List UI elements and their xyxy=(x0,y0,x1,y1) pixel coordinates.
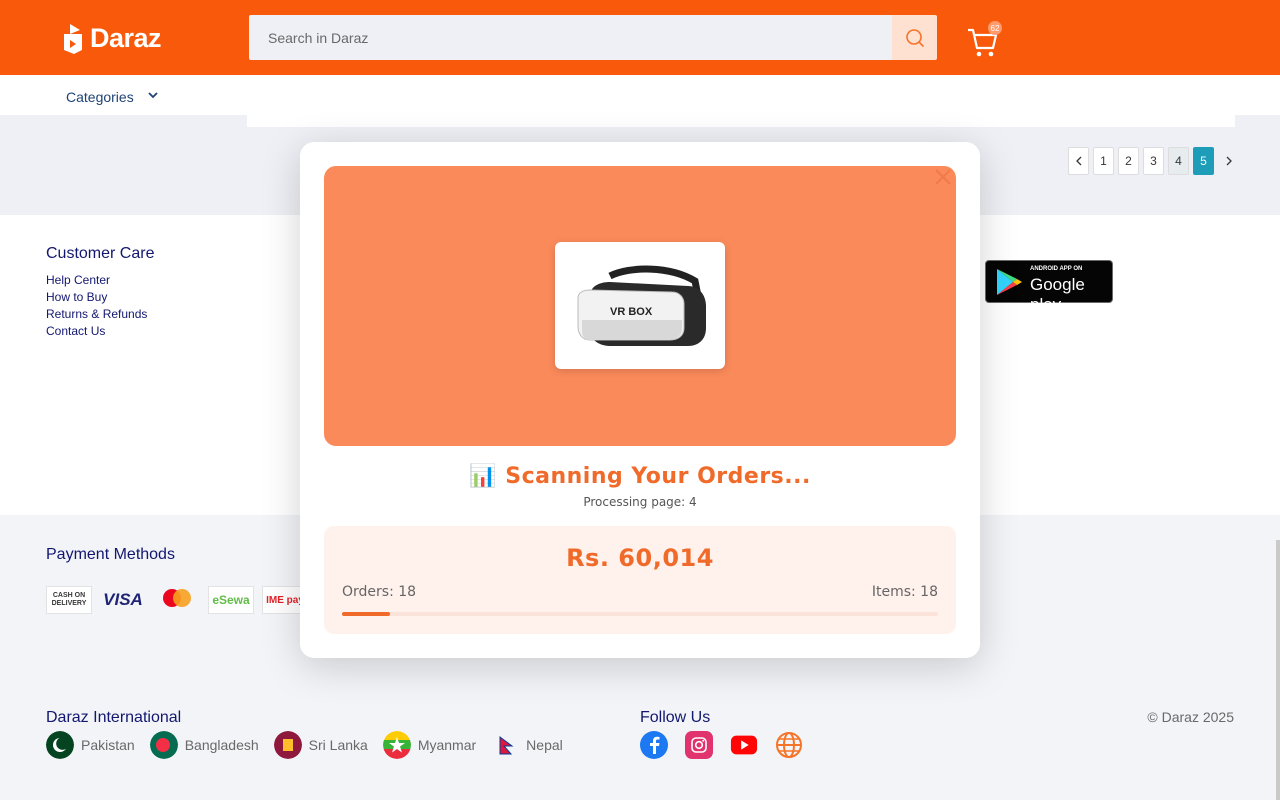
chart-emoji-icon: 📊 xyxy=(469,464,498,489)
scan-title: 📊 Scanning Your Orders... xyxy=(300,464,980,489)
items-count: Items: 18 xyxy=(871,584,938,600)
progress-fill xyxy=(342,612,390,616)
product-image: VR BOX xyxy=(555,242,725,369)
total-amount: Rs. 60,014 xyxy=(566,544,714,572)
vr-headset-image: VR BOX xyxy=(577,265,706,346)
processing-page-text: Processing page: 4 xyxy=(583,495,697,509)
vr-box-label: VR BOX xyxy=(610,306,653,318)
product-banner: VR BOX xyxy=(324,166,956,446)
scan-orders-modal: VR BOX 📊 Scanning Your Orders... Process… xyxy=(300,142,980,658)
scan-stats-card: Rs. 60,014 Orders: 18 Items: 18 xyxy=(324,526,956,634)
progress-track xyxy=(342,612,938,616)
orders-count: Orders: 18 xyxy=(342,584,417,600)
close-icon[interactable] xyxy=(934,168,952,186)
modal-overlay: VR BOX 📊 Scanning Your Orders... Process… xyxy=(0,0,1280,800)
scan-title-text: Scanning Your Orders... xyxy=(505,464,811,489)
